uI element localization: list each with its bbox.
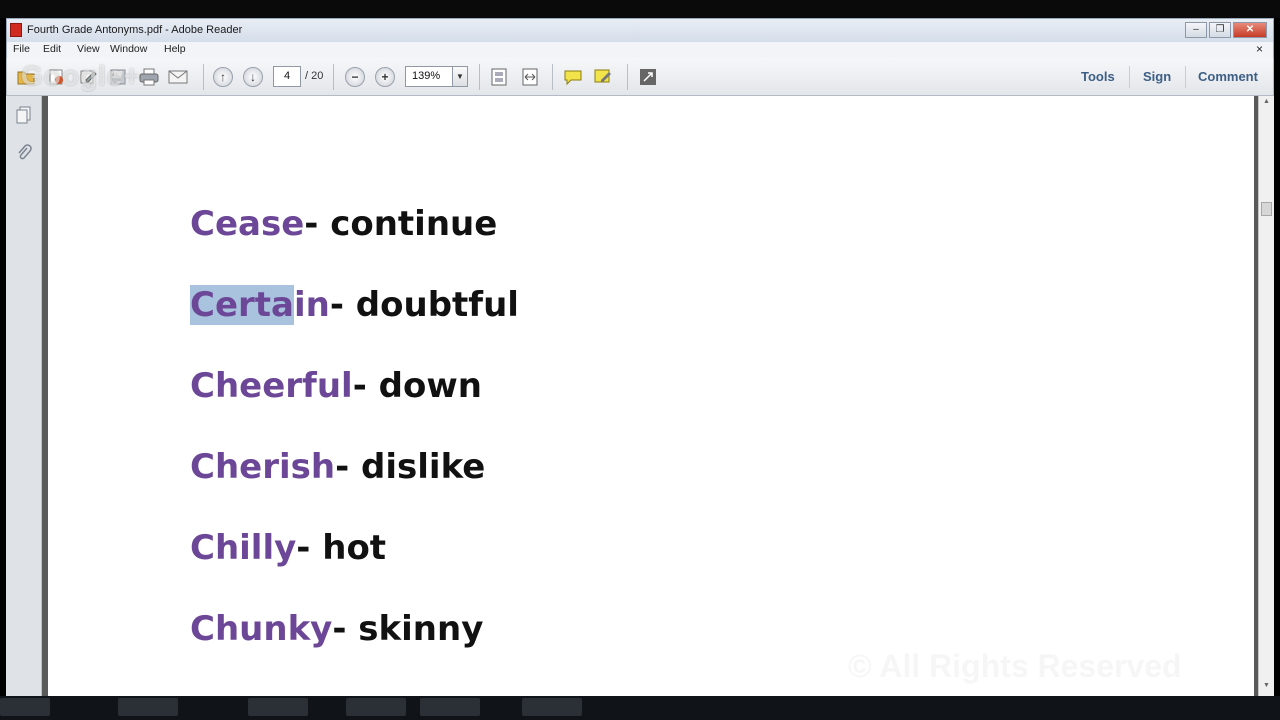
menu-bar: File Edit View Window Help × <box>6 42 1274 58</box>
main-toolbar: Google+ ↑ ↓ 4 / 20 − + 139% ▼ Tools Sign… <box>6 58 1274 96</box>
pdf-icon <box>10 23 22 37</box>
scroll-down-icon[interactable]: ▼ <box>1261 682 1272 694</box>
document-close-icon[interactable]: × <box>1256 42 1263 56</box>
entry-antonym: - down <box>352 366 482 406</box>
taskbar-item[interactable] <box>420 698 480 716</box>
fit-page-icon[interactable] <box>488 67 510 87</box>
menu-help[interactable]: Help <box>164 43 186 55</box>
screen-top-frame <box>0 0 1280 18</box>
entry-antonym: - doubtful <box>329 285 519 325</box>
previous-page-icon[interactable]: ↑ <box>213 67 233 87</box>
window-controls: – ❐ ✕ <box>1185 22 1267 38</box>
entry-antonym: - continue <box>304 204 498 244</box>
entry-antonym: - dislike <box>335 447 486 487</box>
window-title: Fourth Grade Antonyms.pdf - Adobe Reader <box>27 24 243 36</box>
full-screen-icon[interactable] <box>637 67 659 87</box>
sign-link[interactable]: Sign <box>1143 69 1171 84</box>
taskbar-item[interactable] <box>0 698 50 716</box>
toolbar-separator <box>203 64 204 90</box>
menu-file[interactable]: File <box>13 43 30 55</box>
save-icon[interactable] <box>107 67 129 87</box>
selected-text[interactable]: Certa <box>190 285 294 325</box>
taskbar <box>0 696 1280 720</box>
scroll-up-icon[interactable]: ▲ <box>1261 98 1272 110</box>
taskbar-item[interactable] <box>248 698 308 716</box>
create-pdf-icon[interactable] <box>45 67 67 87</box>
window-titlebar[interactable]: Fourth Grade Antonyms.pdf - Adobe Reader… <box>6 18 1274 42</box>
menu-window[interactable]: Window <box>110 43 147 55</box>
close-button[interactable]: ✕ <box>1233 22 1267 38</box>
taskbar-item[interactable] <box>346 698 406 716</box>
open-file-icon[interactable] <box>15 67 37 87</box>
page-number-input[interactable]: 4 <box>273 66 301 87</box>
highlight-icon[interactable] <box>592 67 614 87</box>
antonym-entry: Chilly- hot <box>190 528 386 568</box>
antonym-entry: Certain- doubtful <box>190 285 519 325</box>
entry-word: Chunky <box>190 609 333 649</box>
menu-view[interactable]: View <box>77 43 100 55</box>
vertical-scrollbar[interactable]: ▲ ▼ <box>1258 96 1274 696</box>
attachments-paperclip-icon[interactable] <box>15 144 33 164</box>
antonym-entry: Cherish- dislike <box>190 447 485 487</box>
restore-button[interactable]: ❐ <box>1209 22 1231 38</box>
copyright-watermark: © All Rights Reserved <box>848 648 1182 684</box>
entry-antonym: - hot <box>296 528 387 568</box>
tools-link[interactable]: Tools <box>1081 69 1115 84</box>
pdf-page[interactable]: Cease- continue Certain- doubtful Cheerf… <box>48 96 1254 696</box>
antonym-entry: Cease- continue <box>190 204 497 244</box>
toolbar-separator <box>627 64 628 90</box>
entry-word: Chilly <box>190 528 297 568</box>
page-thumbnails-icon[interactable] <box>15 106 33 126</box>
edit-icon[interactable] <box>77 67 99 87</box>
zoom-level-input[interactable]: 139% <box>405 66 453 87</box>
entry-word: Cheerful <box>190 366 353 406</box>
toolbar-separator <box>552 64 553 90</box>
taskbar-item[interactable] <box>118 698 178 716</box>
entry-word: Cherish <box>190 447 336 487</box>
zoom-dropdown-chevron-icon[interactable]: ▼ <box>452 66 468 87</box>
navigation-pane <box>6 96 42 696</box>
antonym-entry: Cheerful- down <box>190 366 482 406</box>
toolbar-separator <box>1129 66 1130 88</box>
toolbar-separator <box>479 64 480 90</box>
toolbar-separator <box>1185 66 1186 88</box>
scrollbar-thumb[interactable] <box>1261 202 1272 216</box>
entry-word: Cease <box>190 204 305 244</box>
next-page-icon[interactable]: ↓ <box>243 67 263 87</box>
zoom-in-icon[interactable]: + <box>375 67 395 87</box>
entry-word: in <box>293 285 330 325</box>
page-total: / 20 <box>305 70 324 82</box>
toolbar-separator <box>333 64 334 90</box>
comment-link[interactable]: Comment <box>1198 69 1258 84</box>
print-icon[interactable] <box>138 67 160 87</box>
fit-width-icon[interactable] <box>519 67 541 87</box>
minimize-button[interactable]: – <box>1185 22 1207 38</box>
antonym-entry: Chunky- skinny <box>190 609 483 649</box>
taskbar-item[interactable] <box>522 698 582 716</box>
zoom-out-icon[interactable]: − <box>345 67 365 87</box>
email-icon[interactable] <box>167 67 189 87</box>
entry-antonym: - skinny <box>332 609 484 649</box>
comment-bubble-icon[interactable] <box>562 67 584 87</box>
menu-edit[interactable]: Edit <box>43 43 61 55</box>
